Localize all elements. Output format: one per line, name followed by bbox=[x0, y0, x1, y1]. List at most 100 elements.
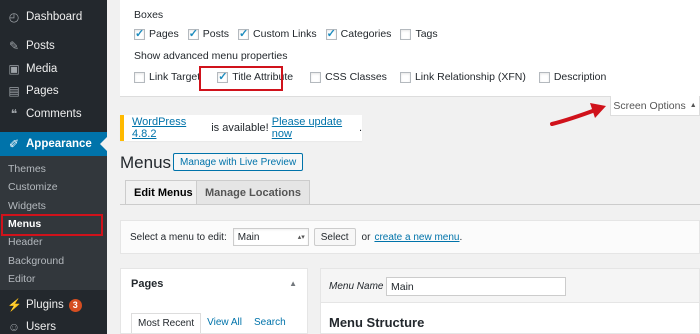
sidebar-item-label: Comments bbox=[26, 108, 82, 120]
brush-icon: ✐ bbox=[8, 137, 20, 151]
checkbox-label: Custom Links bbox=[253, 28, 317, 40]
checkbox-box[interactable] bbox=[310, 71, 322, 83]
screen-options-tab[interactable]: Screen Options ▲ bbox=[610, 96, 700, 116]
pages-metabox-title[interactable]: Pages bbox=[131, 278, 163, 290]
checkbox-custom-links[interactable]: Custom Links bbox=[238, 27, 317, 40]
title-attribute-highlight-box bbox=[199, 66, 283, 91]
tab-view-all[interactable]: View All bbox=[201, 313, 248, 333]
select-menu-bar: Select a menu to edit: Main ▴▾ Select or… bbox=[120, 220, 700, 254]
notice-text: is available! bbox=[208, 122, 272, 134]
dashboard-icon: ◴ bbox=[8, 10, 20, 24]
checkbox-label: Categories bbox=[340, 28, 392, 40]
submenu-item-customize[interactable]: Customize bbox=[8, 181, 58, 193]
caret-up-icon: ▲ bbox=[689, 102, 697, 109]
collapse-caret-icon[interactable]: ▲ bbox=[289, 279, 297, 288]
sidebar-item-label: Pages bbox=[26, 85, 59, 97]
checkbox-description[interactable]: Description bbox=[538, 71, 607, 83]
tab-search[interactable]: Search bbox=[248, 313, 292, 333]
boxes-checkbox-row: Pages Posts Custom Links Categories Tags bbox=[134, 27, 447, 40]
checkbox-label: Link Target bbox=[149, 71, 201, 83]
notice-end: . bbox=[358, 122, 362, 134]
checkbox-tags[interactable]: Tags bbox=[400, 28, 438, 40]
menu-header: Menu Name Main bbox=[321, 269, 699, 303]
or-text: or bbox=[361, 231, 371, 243]
sidebar-item-label: Media bbox=[26, 63, 58, 75]
select-menu-label: Select a menu to edit: bbox=[130, 231, 227, 243]
submenu-item-themes[interactable]: Themes bbox=[8, 163, 46, 175]
advanced-properties-label: Show advanced menu properties bbox=[134, 50, 288, 62]
submenu-item-header[interactable]: Header bbox=[8, 236, 42, 248]
update-notice: WordPress 4.8.2 is available! Please upd… bbox=[120, 115, 362, 141]
sidebar-item-label: Appearance bbox=[26, 138, 92, 150]
current-indicator-arrow bbox=[100, 137, 107, 151]
users-icon: ☺ bbox=[7, 320, 21, 334]
checkbox-box[interactable] bbox=[400, 28, 412, 40]
red-arrow-annotation bbox=[550, 103, 606, 126]
sidebar-item-dashboard[interactable]: ◴ Dashboard bbox=[0, 6, 107, 28]
sidebar-item-posts[interactable]: ✎ Posts bbox=[0, 35, 107, 57]
updown-icon: ▴▾ bbox=[297, 234, 305, 241]
update-count-badge: 3 bbox=[68, 298, 82, 312]
sidebar-item-label: Posts bbox=[26, 40, 55, 52]
boxes-label: Boxes bbox=[134, 9, 164, 21]
checkbox-box[interactable] bbox=[325, 27, 337, 40]
pages-metabox: Pages ▲ Most Recent View All Search bbox=[120, 268, 308, 334]
menu-name-input[interactable]: Main bbox=[386, 277, 566, 296]
sidebar-item-label: Users bbox=[26, 321, 57, 333]
checkbox-box[interactable] bbox=[399, 71, 411, 83]
comments-icon: ❝ bbox=[10, 107, 18, 121]
create-new-menu-link[interactable]: create a new menu bbox=[374, 232, 459, 243]
wordpress-version-link[interactable]: WordPress 4.8.2 bbox=[132, 116, 208, 140]
menu-management-box: Menu Name Main Menu Structure bbox=[320, 268, 700, 334]
manage-live-preview-button[interactable]: Manage with Live Preview bbox=[173, 153, 304, 171]
checkbox-posts[interactable]: Posts bbox=[187, 27, 230, 40]
checkbox-categories[interactable]: Categories bbox=[325, 27, 392, 40]
checkbox-box[interactable] bbox=[134, 71, 145, 83]
checkbox-box[interactable] bbox=[238, 27, 250, 40]
tab-most-recent[interactable]: Most Recent bbox=[131, 313, 202, 333]
sidebar-item-pages[interactable]: ▤ Pages bbox=[0, 80, 107, 102]
pages-tabs: Most Recent View All Search bbox=[131, 313, 292, 333]
checkbox-box[interactable] bbox=[134, 27, 145, 40]
sidebar-item-label: Plugins bbox=[26, 299, 64, 311]
menu-name-label: Menu Name bbox=[329, 281, 384, 292]
sidebar-item-appearance[interactable]: ✐ Appearance bbox=[0, 132, 107, 156]
checkbox-box[interactable] bbox=[187, 27, 199, 40]
select-button[interactable]: Select bbox=[313, 228, 356, 246]
checkbox-label: CSS Classes bbox=[325, 71, 387, 83]
page-title: Menus bbox=[120, 153, 172, 172]
pages-icon: ▤ bbox=[8, 84, 20, 98]
checkbox-link-target[interactable]: Link Target bbox=[134, 71, 200, 83]
menu-structure-heading: Menu Structure bbox=[329, 315, 425, 330]
sidebar-item-label: Dashboard bbox=[26, 11, 83, 23]
admin-sidebar: ◴ Dashboard ✎ Posts ▣ Media ▤ Pages ❝ Co… bbox=[0, 0, 107, 334]
menu-select-value: Main bbox=[237, 231, 260, 243]
sidebar-item-media[interactable]: ▣ Media bbox=[0, 58, 107, 80]
submenu-item-widgets[interactable]: Widgets bbox=[8, 200, 46, 212]
checkbox-label: Posts bbox=[202, 28, 230, 40]
menu-select-dropdown[interactable]: Main ▴▾ bbox=[232, 228, 309, 246]
menus-highlight-box bbox=[1, 214, 103, 236]
checkbox-css-classes[interactable]: CSS Classes bbox=[310, 71, 387, 83]
checkbox-label: Pages bbox=[149, 28, 179, 40]
sidebar-item-plugins[interactable]: ⚡ Plugins 3 bbox=[0, 294, 107, 316]
checkbox-pages[interactable]: Pages bbox=[134, 27, 179, 40]
media-icon: ▣ bbox=[8, 62, 20, 76]
sidebar-item-users[interactable]: ☺ Users bbox=[0, 316, 107, 334]
sidebar-item-comments[interactable]: ❝ Comments bbox=[0, 103, 107, 125]
pin-icon: ✎ bbox=[8, 39, 20, 53]
plug-icon: ⚡ bbox=[7, 298, 22, 312]
tab-edit-menus[interactable]: Edit Menus bbox=[125, 180, 202, 204]
update-now-link[interactable]: Please update now bbox=[272, 116, 359, 140]
checkbox-box[interactable] bbox=[538, 71, 550, 83]
checkbox-label: Description bbox=[553, 71, 607, 83]
checkbox-link-relationship[interactable]: Link Relationship (XFN) bbox=[399, 71, 526, 83]
submenu-item-editor[interactable]: Editor bbox=[8, 273, 35, 285]
submenu-item-background[interactable]: Background bbox=[8, 255, 64, 267]
checkbox-label: Link Relationship (XFN) bbox=[414, 71, 526, 83]
select-bar-end: . bbox=[459, 231, 463, 243]
tab-divider bbox=[120, 204, 700, 205]
checkbox-label: Tags bbox=[415, 28, 438, 40]
tab-manage-locations[interactable]: Manage Locations bbox=[196, 180, 310, 204]
screen-options-tab-label: Screen Options bbox=[613, 99, 686, 112]
